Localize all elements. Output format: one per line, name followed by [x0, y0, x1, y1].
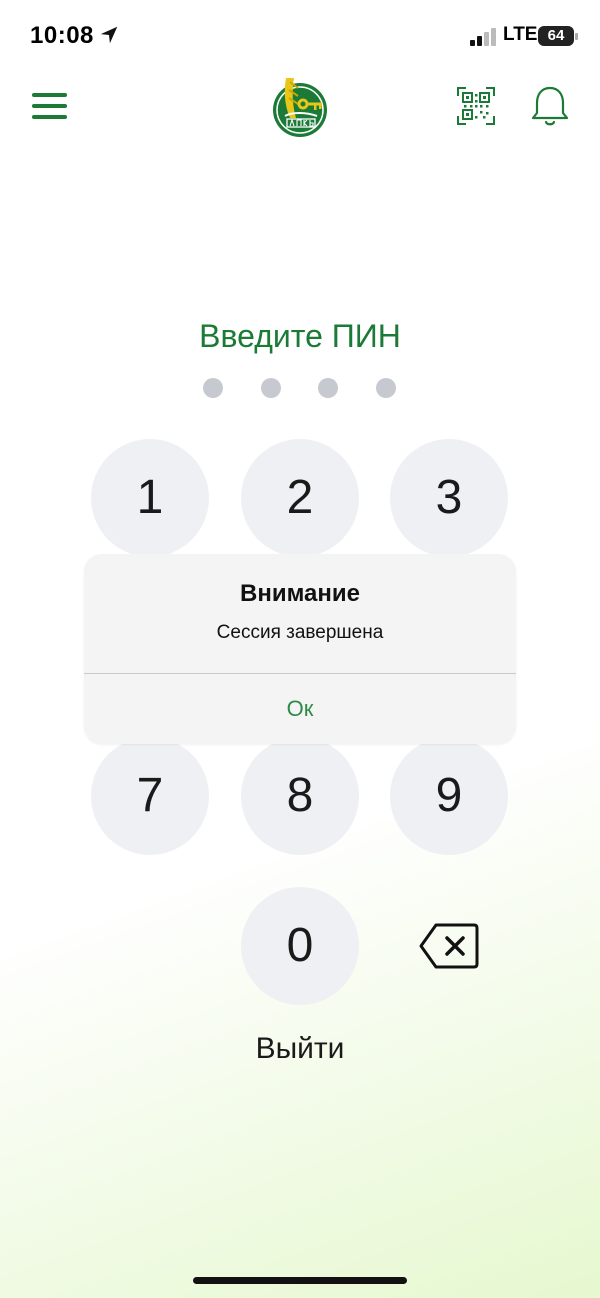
key-1[interactable]: 1 — [91, 439, 209, 557]
pin-dot — [261, 378, 281, 398]
alert-title: Внимание — [240, 580, 360, 607]
key-0[interactable]: 0 — [241, 887, 359, 1005]
pin-dot — [318, 378, 338, 398]
signal-icon — [470, 28, 496, 46]
pin-dot — [376, 378, 396, 398]
home-indicator[interactable] — [193, 1277, 407, 1284]
pin-dots — [203, 378, 403, 400]
key-3[interactable]: 3 — [390, 439, 508, 557]
bell-icon[interactable] — [530, 84, 570, 128]
alert-ok-button[interactable]: Ок — [84, 674, 516, 744]
status-bar: 10:08 LTE 64 — [0, 0, 600, 70]
session-alert-dialog: Внимание Сессия завершена Ок — [84, 554, 516, 744]
bank-logo — [273, 78, 327, 137]
key-8[interactable]: 8 — [241, 737, 359, 855]
menu-icon[interactable] — [32, 93, 67, 119]
pin-title: Введите ПИН — [199, 318, 401, 354]
logout-button[interactable]: Выйти — [0, 1032, 600, 1066]
key-2[interactable]: 2 — [241, 439, 359, 557]
network-type: LTE — [503, 24, 538, 45]
qr-scan-icon[interactable] — [456, 86, 496, 126]
status-time: 10:08 — [30, 22, 94, 49]
location-arrow-icon — [100, 26, 118, 44]
backspace-icon[interactable] — [418, 922, 480, 970]
pin-dot — [203, 378, 223, 398]
alert-message: Сессия завершена — [216, 622, 384, 643]
key-7[interactable]: 7 — [91, 737, 209, 855]
battery-icon: 64 — [538, 26, 578, 46]
key-9[interactable]: 9 — [390, 737, 508, 855]
